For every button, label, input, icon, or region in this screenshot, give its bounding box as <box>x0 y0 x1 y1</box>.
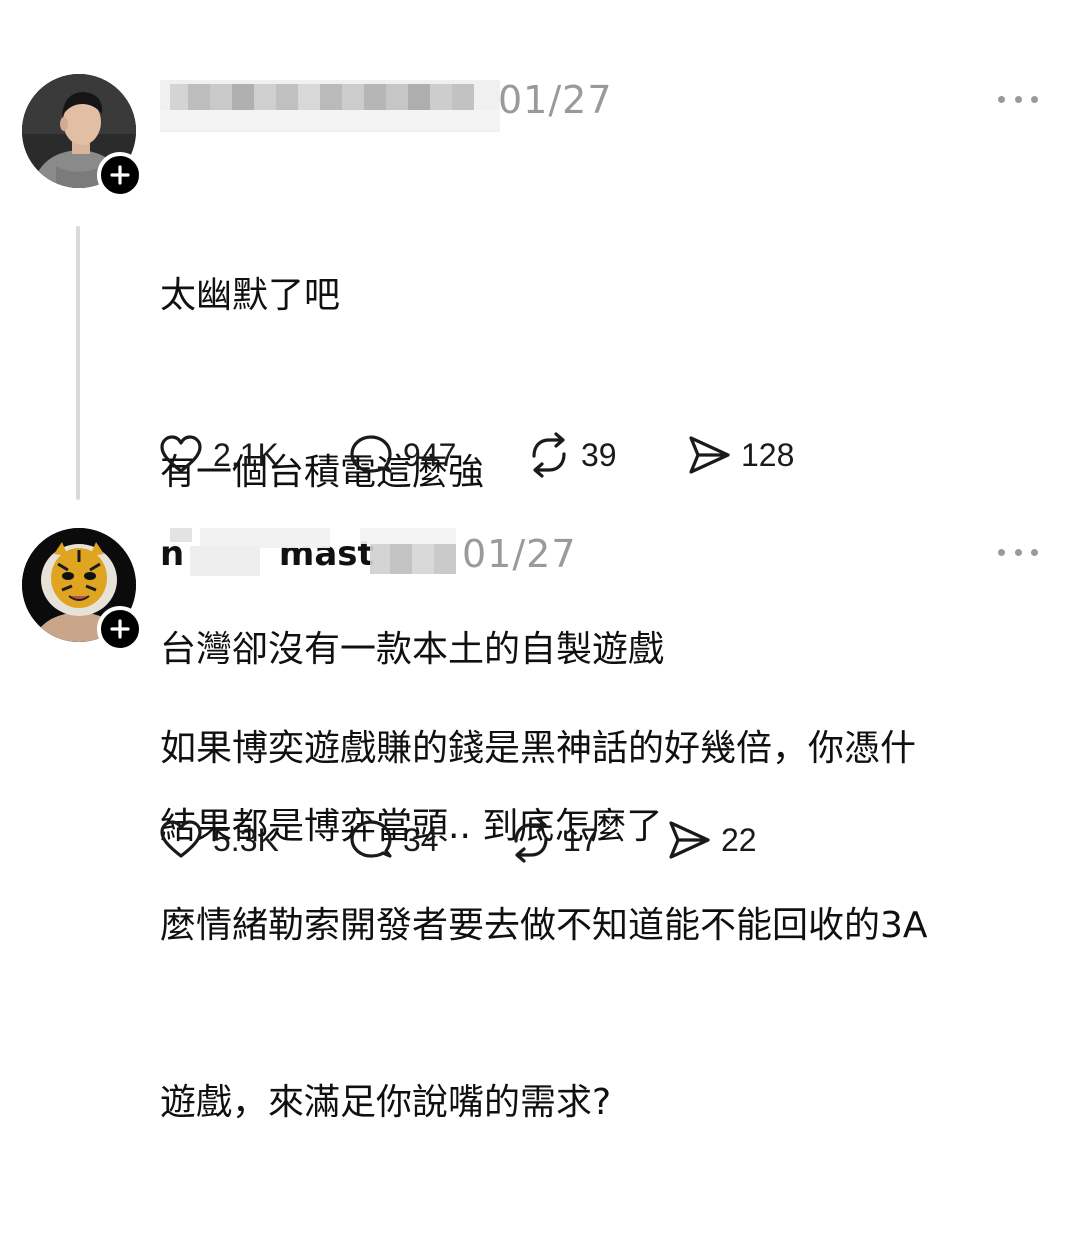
username-blur-overlay <box>160 526 460 578</box>
action-bar: 5.3K 34 17 22 <box>158 815 858 865</box>
reply-count: 34 <box>403 821 439 858</box>
post-line: 遊戲，來滿足你說嘴的需求? <box>160 1082 612 1123</box>
post-line: 如果博奕遊戲賺的錢是黑神話的好幾倍，你憑什 <box>160 728 917 769</box>
repost-icon <box>514 817 548 863</box>
like-button[interactable]: 5.3K <box>158 815 279 865</box>
reply-button[interactable]: 34 <box>348 815 439 865</box>
post-body: 如果博奕遊戲賺的錢是黑神話的好幾倍，你憑什 麼情緒勒索開發者要去做不知道能不能回… <box>160 601 928 1250</box>
comment-icon <box>350 820 392 858</box>
send-icon <box>669 821 710 859</box>
blur-mosaic <box>170 528 456 576</box>
like-count: 5.3K <box>213 821 279 858</box>
repost-button[interactable]: 17 <box>508 815 599 865</box>
more-horizontal-icon <box>998 548 1005 556</box>
repost-count: 17 <box>563 821 599 858</box>
reply-post-2: n mast 01/27 如果博奕遊戲賺的錢是黑神話的好幾倍，你憑什 麼情緒勒索… <box>0 0 1080 1123</box>
share-button[interactable]: 22 <box>666 815 757 865</box>
more-options-button[interactable] <box>998 546 1038 558</box>
plus-icon <box>110 619 130 639</box>
heart-icon <box>160 820 202 858</box>
share-count: 22 <box>721 821 757 858</box>
follow-button[interactable] <box>97 606 143 652</box>
post-line: 麼情緒勒索開發者要去做不知道能不能回收的3A <box>160 905 928 946</box>
post-date: 01/27 <box>462 532 577 576</box>
